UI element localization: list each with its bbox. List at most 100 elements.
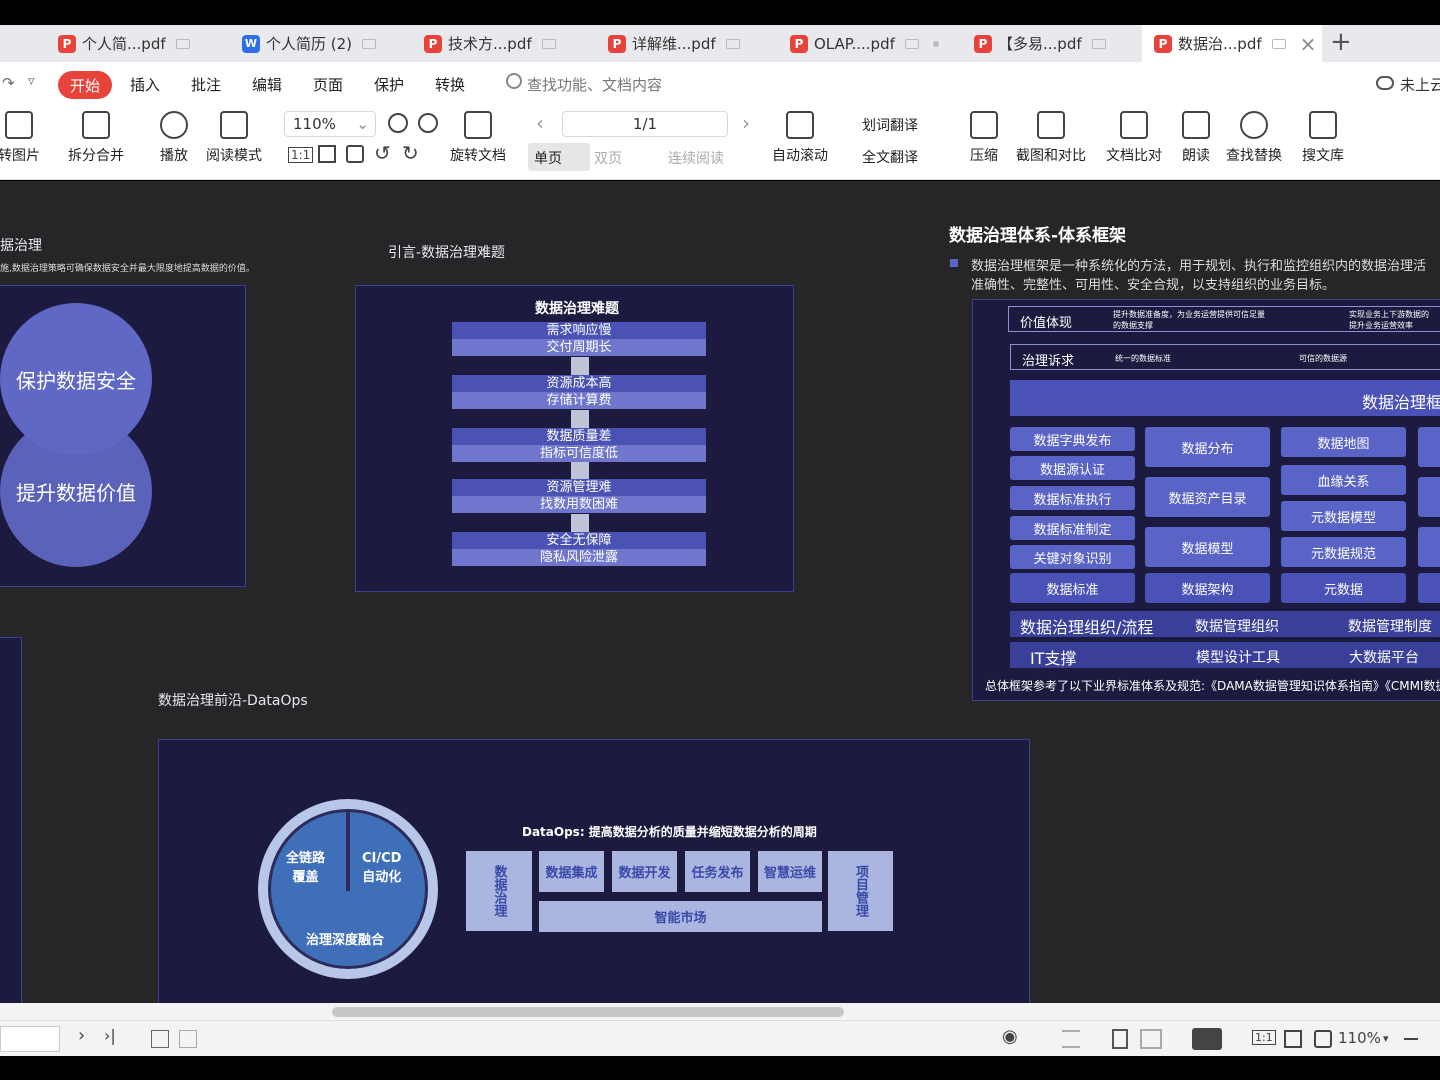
tab-7-active[interactable]: P 数据治...pdf ×	[1142, 25, 1322, 62]
horizontal-scrollbar[interactable]	[0, 1003, 1440, 1020]
to-image-button[interactable]: 转图片	[0, 111, 40, 165]
ops-item: 数据开发	[612, 851, 677, 892]
difficulty-row: 资源管理难	[452, 479, 706, 496]
org-item: 数据管理制度	[1348, 619, 1432, 635]
compare-icon	[1120, 111, 1148, 139]
window-icon	[1091, 38, 1106, 49]
double-view-icon[interactable]	[1140, 1029, 1162, 1049]
next-page-icon[interactable]: ›	[78, 1025, 85, 1046]
screenshot-compare-button[interactable]: 截图和对比	[1016, 111, 1086, 165]
pdf-icon: P	[58, 34, 76, 53]
continuous-button[interactable]: 连续阅读	[668, 148, 724, 168]
fit-width-icon[interactable]	[346, 145, 364, 163]
pdf-icon: P	[974, 34, 992, 53]
word-translate-button[interactable]: 划词翻译	[862, 115, 918, 135]
tool-label: 转图片	[0, 148, 40, 164]
menu-insert[interactable]: 插入	[130, 74, 160, 95]
double-page-button[interactable]: 双页	[594, 148, 622, 168]
find-replace-button[interactable]: 查找替换	[1226, 111, 1282, 165]
value-text: 实现业务上下游数据的	[1349, 310, 1429, 319]
rotate-right-icon[interactable]: ↻	[402, 141, 419, 165]
actual-size-icon[interactable]: 1:1	[1252, 1030, 1276, 1045]
exit-left-icon[interactable]	[151, 1030, 169, 1048]
tab-6[interactable]: P 【多易...pdf	[962, 25, 1142, 62]
menu-convert[interactable]: 转换	[435, 74, 465, 95]
scroll-thumb[interactable]	[332, 1007, 844, 1017]
last-page-icon[interactable]: ›|	[104, 1026, 116, 1045]
circle-value: 提升数据价值	[0, 415, 152, 567]
compress-button[interactable]: 压缩	[970, 111, 998, 165]
rotate-doc-button[interactable]: 旋转文档	[450, 111, 506, 165]
menu-page[interactable]: 页面	[313, 74, 343, 95]
exit-right-icon[interactable]	[179, 1030, 197, 1048]
value-text: 的数据支撑	[1113, 321, 1153, 330]
zoom-out-icon[interactable]	[1404, 1038, 1418, 1040]
tool-label: 拆分合并	[68, 148, 124, 164]
status-zoom[interactable]: 110%	[1338, 1029, 1381, 1047]
pdf-icon: P	[1154, 34, 1172, 53]
org-row: 数据治理组织/流程 数据管理组织 数据管理制度	[1010, 611, 1440, 637]
org-label: 数据治理组织/流程	[1020, 618, 1154, 637]
rotate-left-icon[interactable]: ↺	[374, 141, 391, 165]
read-mode-button[interactable]: 阅读模式	[206, 111, 262, 165]
play-button[interactable]: 播放	[160, 111, 188, 165]
fw-col1-item: 关键对象识别	[1010, 545, 1135, 569]
cloud-status[interactable]: 未上云	[1400, 74, 1440, 95]
it-item: 大数据平台	[1349, 650, 1419, 666]
document-canvas[interactable]: 据治理 施,数据治理策略可确保数据安全并最大限度地提高数据的价值。 保护数据安全…	[0, 181, 1440, 1003]
window-icon	[541, 38, 556, 49]
fit-width-icon[interactable]	[1314, 1030, 1332, 1048]
zoom-select[interactable]: 110% ⌄	[284, 111, 376, 137]
menu-start[interactable]: 开始	[58, 71, 112, 99]
tool-label: 阅读模式	[206, 148, 262, 164]
circle-label: 保护数据安全	[16, 368, 136, 393]
speaker-icon	[1182, 111, 1210, 139]
window-icon	[904, 38, 919, 49]
framework-banner: 数据治理框	[1010, 380, 1440, 416]
tab-4[interactable]: P 详解维...pdf	[596, 25, 776, 62]
chevron-down-icon[interactable]: ▾	[1383, 1032, 1389, 1045]
continuous-view-icon[interactable]	[1062, 1030, 1080, 1048]
org-item: 数据管理组织	[1195, 619, 1279, 635]
menu-edit[interactable]: 编辑	[252, 74, 282, 95]
prev-page-icon[interactable]: ‹	[536, 111, 544, 135]
tab-2[interactable]: W 个人简历 (2)	[230, 25, 410, 62]
page-jump-input[interactable]	[0, 1026, 60, 1052]
page-number-input[interactable]: 1/1	[562, 111, 728, 137]
actual-size-icon[interactable]: 1:1	[288, 147, 314, 163]
tab-5[interactable]: P OLAP....pdf	[778, 25, 958, 62]
close-icon[interactable]: ×	[1300, 32, 1317, 56]
full-translate-button[interactable]: 全文翻译	[862, 147, 918, 167]
zoom-in-icon[interactable]	[418, 113, 438, 133]
toolbar: 转图片 拆分合并 播放 阅读模式 110% ⌄ 1:1 ↺ ↻ 旋转文档 ‹ 1/…	[0, 107, 1440, 180]
menu-protect[interactable]: 保护	[374, 74, 404, 95]
fw-col3-item: 元数据规范	[1281, 537, 1406, 567]
tab-3[interactable]: P 技术方...pdf	[412, 25, 592, 62]
difficulty-row: 安全无保障	[452, 532, 706, 549]
tab-1[interactable]: P 个人简...pdf	[46, 25, 226, 62]
undo-icon[interactable]: ↷	[2, 74, 15, 92]
library-icon	[1309, 111, 1337, 139]
appeal-text: 统一的数据标准	[1115, 354, 1171, 363]
new-tab-plus-icon[interactable]: +	[1330, 27, 1352, 57]
fit-page-icon[interactable]	[1284, 1030, 1302, 1048]
split-merge-button[interactable]: 拆分合并	[68, 111, 124, 165]
play-slideshow-icon[interactable]	[1192, 1028, 1222, 1050]
single-view-icon[interactable]	[1112, 1029, 1128, 1049]
doc-compare-button[interactable]: 文档比对	[1106, 111, 1162, 165]
dropdown-icon[interactable]: ▿	[28, 74, 35, 89]
difficulty-row: 资源成本高	[452, 375, 706, 392]
auto-scroll-button[interactable]: 自动滚动	[772, 111, 828, 165]
fit-page-icon[interactable]	[318, 145, 336, 163]
fw-col3-item: 数据地图	[1281, 427, 1406, 457]
read-aloud-button[interactable]: 朗读	[1182, 111, 1210, 165]
menu-comment[interactable]: 批注	[191, 74, 221, 95]
single-page-button[interactable]: 单页	[528, 143, 590, 171]
framework-desc-2: 准确性、完整性、可用性、安全合规，以支持组织的业务目标。	[971, 278, 1336, 293]
it-row: IT支撑 模型设计工具 大数据平台	[1010, 642, 1440, 668]
search-lib-button[interactable]: 搜文库	[1302, 111, 1344, 165]
eye-protection-icon[interactable]: ◉	[1002, 1026, 1018, 1047]
zoom-out-icon[interactable]	[388, 113, 408, 133]
next-page-icon[interactable]: ›	[742, 111, 750, 135]
search-input[interactable]: 查找功能、文档内容	[527, 74, 662, 95]
